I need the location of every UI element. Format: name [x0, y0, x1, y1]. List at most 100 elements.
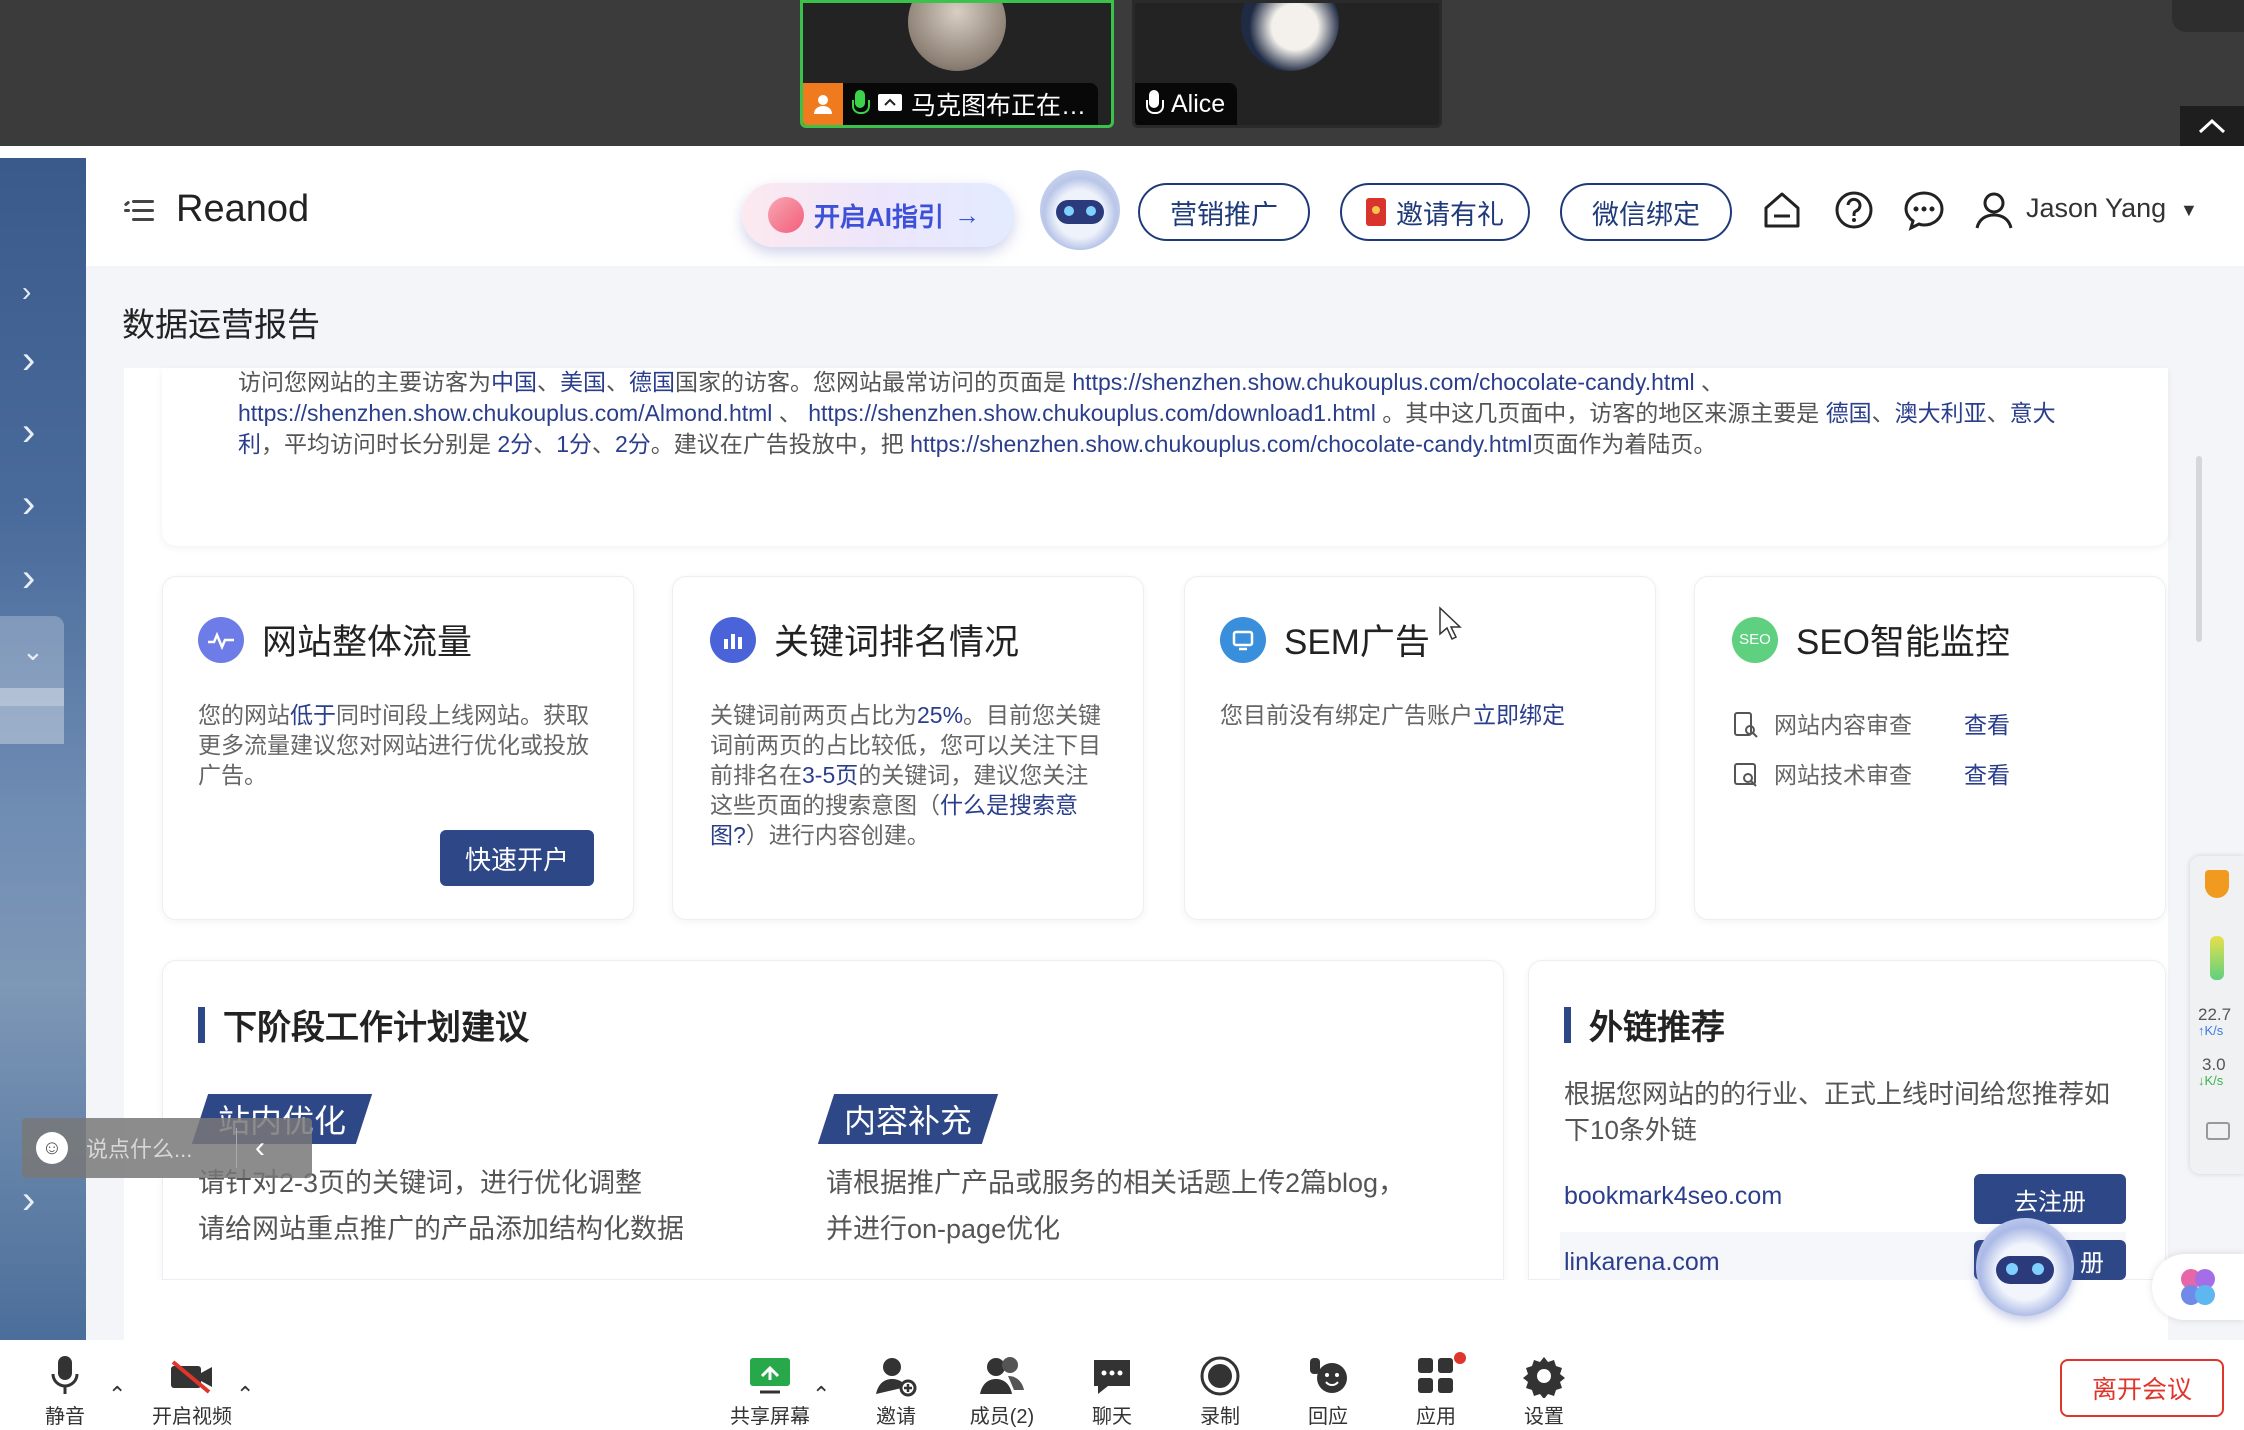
collapse-strip-button[interactable]	[2180, 106, 2244, 146]
camera-icon	[2206, 1122, 2230, 1140]
url-link[interactable]: https://shenzhen.show.chukouplus.com/cho…	[1072, 369, 1694, 395]
chevron-up-icon[interactable]: ⌃	[236, 1382, 254, 1408]
marketing-button[interactable]: 营销推广	[1138, 183, 1310, 241]
url-link[interactable]: https://shenzhen.show.chukouplus.com/dow…	[808, 400, 1376, 426]
bar-chart-icon	[710, 616, 756, 663]
share-screen-button[interactable]: 共享屏幕	[720, 1352, 820, 1429]
chevron-down-icon: ⌄	[22, 636, 44, 666]
chevron-right-icon[interactable]: ›	[22, 1178, 35, 1223]
keyword-card-text: 关键词前两页占比为25%。目前您关键词前两页的占比较低，您可以关注下目前排名在3…	[710, 702, 1102, 848]
record-icon	[1200, 1356, 1240, 1396]
pulse-icon	[198, 616, 244, 663]
corner-mic-button[interactable]	[2172, 0, 2244, 32]
chevron-right-icon[interactable]: ›	[22, 556, 35, 601]
members-button[interactable]: 成员(2)	[952, 1352, 1052, 1429]
chevron-up-icon	[2198, 118, 2226, 134]
chevron-right-icon[interactable]: ›	[22, 338, 35, 383]
caret-down-icon[interactable]: ▼	[2180, 200, 2198, 221]
video-tile-presenter[interactable]: 马克图布正在…	[800, 0, 1114, 128]
sem-card-text: 您目前没有绑定广告账户立即绑定	[1220, 702, 1565, 728]
menu-toggle-icon[interactable]	[123, 198, 156, 224]
ai-guide-button[interactable]: 开启AI指引 →	[742, 183, 1014, 247]
invite-button[interactable]: 邀请	[846, 1352, 946, 1429]
monitor-icon	[1220, 616, 1266, 663]
net-up-unit: ↑K/s	[2198, 1023, 2224, 1038]
view-tech-audit-link[interactable]: 查看	[1964, 750, 2010, 800]
ai-assistant-robot[interactable]	[1976, 1218, 2074, 1316]
vertical-scrollbar[interactable]	[2196, 456, 2202, 642]
gear-icon	[1523, 1357, 1565, 1398]
sem-card-title: SEM广告	[1220, 614, 1430, 665]
net-down-value: 3.0	[2202, 1055, 2226, 1074]
url-link[interactable]: https://shenzhen.show.chukouplus.com/Alm…	[238, 400, 772, 426]
document-search-icon	[1734, 712, 1758, 738]
sidebar-active-item[interactable]	[0, 688, 64, 744]
start-video-button[interactable]: 开启视频	[140, 1352, 244, 1429]
message-icon[interactable]	[1902, 188, 1946, 232]
mic-active-icon	[851, 90, 870, 118]
host-icon	[803, 83, 843, 125]
invite-gift-button[interactable]: 邀请有礼	[1340, 183, 1530, 241]
chevron-right-icon[interactable]: ›	[22, 482, 35, 527]
ai-guide-label: 开启AI指引	[814, 201, 945, 232]
settings-button[interactable]: 设置	[1494, 1352, 1594, 1429]
notification-dot	[1454, 1352, 1466, 1364]
bind-now-link[interactable]: 立即绑定	[1473, 702, 1565, 728]
quick-open-account-button[interactable]: 快速开户	[440, 830, 594, 886]
page-title: 数据运营报告	[122, 306, 320, 343]
backlink-site[interactable]: linkarena.com	[1564, 1248, 1720, 1277]
video-tile-alice[interactable]: Alice	[1132, 0, 1442, 128]
traffic-card-text: 您的网站低于同时间段上线网站。获取更多流量建议您对网站进行优化或投放广告。	[198, 702, 589, 788]
invite-gift-label: 邀请有礼	[1396, 199, 1504, 230]
members-icon	[980, 1357, 1024, 1394]
chevron-right-icon[interactable]: ›	[22, 410, 35, 455]
alice-avatar	[1241, 3, 1339, 71]
emoji-icon[interactable]: ☺	[36, 1132, 68, 1164]
mouse-cursor-icon	[1439, 606, 1462, 641]
user-icon[interactable]	[1972, 188, 2016, 232]
wechat-bind-button[interactable]: 微信绑定	[1560, 183, 1732, 241]
ai-robot-avatar[interactable]	[1040, 170, 1120, 250]
view-content-audit-link[interactable]: 查看	[1964, 700, 2010, 750]
meeting-chat-input[interactable]: ☺ 说点什么... ‹	[22, 1118, 312, 1178]
keyword-card-title: 关键词排名情况	[710, 614, 1019, 665]
chevron-left-icon[interactable]: ‹	[255, 1131, 265, 1165]
url-link[interactable]: https://shenzhen.show.chukouplus.com/cho…	[910, 431, 1532, 457]
user-name[interactable]: Jason Yang	[2026, 193, 2166, 224]
register-button[interactable]: 去注册	[1974, 1174, 2126, 1224]
chat-placeholder: 说点什么...	[86, 1137, 193, 1162]
add-user-icon	[876, 1358, 917, 1397]
shield-icon	[2205, 870, 2229, 898]
apps-button[interactable]: 应用	[1386, 1352, 1486, 1429]
react-button[interactable]: 回应	[1278, 1352, 1378, 1429]
help-icon[interactable]	[1832, 188, 1876, 232]
content-suggestions: 请根据推广产品或服务的相关话题上传2篇blog， 并进行on-page优化	[826, 1168, 1406, 1244]
record-button[interactable]: 录制	[1170, 1352, 1270, 1429]
net-up-value: 22.7	[2198, 1005, 2232, 1024]
chevron-up-icon[interactable]: ⌃	[108, 1382, 126, 1408]
ai-sparkle-icon	[768, 197, 804, 233]
seo-row: 网站内容审查 查看	[1732, 700, 2132, 750]
seo-badge-icon: SEO	[1732, 616, 1778, 663]
backlink-site[interactable]: bookmark4seo.com	[1564, 1182, 1782, 1211]
network-monitor-widget[interactable]: 22.7 ↑K/s 3.0 ↓K/s	[2190, 856, 2244, 1174]
mic-icon	[1145, 90, 1164, 118]
red-envelope-icon	[1366, 198, 1386, 226]
image-search-icon	[1734, 763, 1757, 787]
chevron-up-icon[interactable]: ⌃	[812, 1382, 830, 1408]
mute-button[interactable]: 静音	[15, 1352, 115, 1429]
home-icon[interactable]	[1760, 188, 1804, 232]
meeting-video-strip	[0, 0, 2244, 146]
presenter-avatar	[908, 3, 1006, 71]
brand-name: Reanod	[176, 188, 310, 230]
chevron-right-icon[interactable]: ›	[22, 276, 31, 308]
content-panel-bottom	[124, 1280, 2168, 1340]
reaction-icon	[1310, 1358, 1347, 1393]
backlinks-title: 外链推荐	[1564, 1000, 1725, 1049]
brain-icon[interactable]	[2152, 1254, 2244, 1320]
chat-button[interactable]: 聊天	[1062, 1352, 1162, 1429]
leave-meeting-button[interactable]: 离开会议	[2060, 1359, 2224, 1417]
apps-grid-icon	[1418, 1358, 1453, 1393]
arrow-right-icon: →	[954, 199, 981, 230]
video-off-icon	[171, 1360, 212, 1394]
